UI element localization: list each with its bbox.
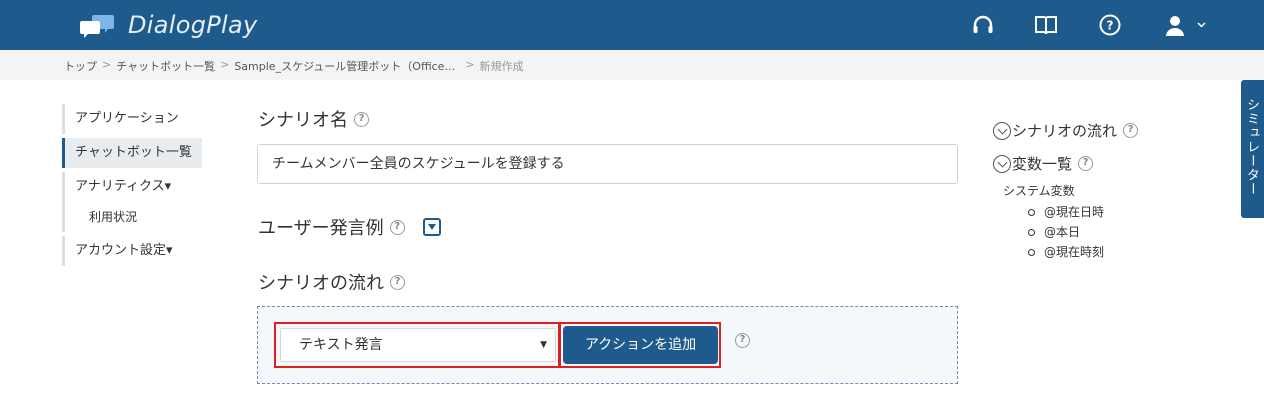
sidebar: アプリケーション チャットボット一覧 アナリティクス▾ 利用状況 アカウント設定… <box>62 104 202 266</box>
help-icon[interactable]: ? <box>389 219 405 235</box>
breadcrumb-separator: > <box>220 58 230 71</box>
breadcrumb-bar: トップ > チャットボット一覧 > Sample_スケジュール管理ボット（Off… <box>0 50 1264 80</box>
simulator-tab-label: シミュレーター <box>1244 98 1259 196</box>
help-icon[interactable]: ? <box>1123 123 1139 138</box>
list-item[interactable]: @本日 <box>1028 222 1104 242</box>
list-item[interactable]: @現在時刻 <box>1028 242 1104 262</box>
breadcrumb-separator: > <box>465 58 475 71</box>
highlight-box <box>559 322 721 368</box>
scenario-name-input[interactable]: チームメンバー全員のスケジュールを登録する <box>257 144 958 184</box>
top-navbar: DialogPlay ? <box>0 0 1264 50</box>
expand-toggle-icon[interactable] <box>422 218 441 236</box>
sidebar-item-account-settings[interactable]: アカウント設定▾ <box>62 236 202 266</box>
utterance-heading: ユーザー発言例 ? <box>258 214 441 240</box>
sidebar-item-usage[interactable]: 利用状況 <box>62 202 202 232</box>
chevron-circle-icon <box>993 154 1011 173</box>
sidebar-item-applications[interactable]: アプリケーション <box>62 104 202 134</box>
brand[interactable]: DialogPlay <box>80 10 258 40</box>
highlight-box <box>274 322 560 368</box>
utterance-label: ユーザー発言例 <box>258 218 384 239</box>
list-item[interactable]: @現在日時 <box>1028 202 1104 222</box>
book-icon[interactable] <box>1033 11 1059 39</box>
sidebar-item-chatbot-list[interactable]: チャットボット一覧 <box>62 138 202 168</box>
svg-text:?: ? <box>1107 19 1114 33</box>
headset-icon[interactable] <box>970 11 996 39</box>
flow-link-label: シナリオの流れ <box>1012 122 1118 140</box>
sidebar-item-analytics[interactable]: アナリティクス▾ <box>62 172 202 202</box>
breadcrumb-bot[interactable]: Sample_スケジュール管理ボット（Office… <box>234 58 455 74</box>
user-icon[interactable] <box>1162 11 1188 39</box>
dialogplay-logo-icon <box>80 11 116 39</box>
flow-heading: シナリオの流れ ? <box>258 269 405 295</box>
chevron-down-icon[interactable] <box>1195 11 1207 39</box>
chevron-circle-icon <box>993 121 1011 140</box>
flow-label: シナリオの流れ <box>258 273 384 294</box>
simulator-tab[interactable]: シミュレーター <box>1241 80 1264 218</box>
flow-link[interactable]: シナリオの流れ ? <box>993 120 1139 141</box>
breadcrumb-chatbot-list[interactable]: チャットボット一覧 <box>116 58 215 74</box>
help-icon[interactable]: ? <box>1097 11 1123 39</box>
variables-link-label: 変数一覧 <box>1012 155 1073 173</box>
variables-link[interactable]: 変数一覧 ? <box>993 153 1094 174</box>
scenario-name-heading: シナリオ名 ? <box>258 106 369 132</box>
help-icon[interactable]: ? <box>735 333 750 348</box>
help-icon[interactable]: ? <box>1078 156 1094 171</box>
breadcrumb-top[interactable]: トップ <box>64 58 97 74</box>
help-icon[interactable]: ? <box>354 111 369 127</box>
breadcrumb-current: 新規作成 <box>479 60 524 73</box>
system-variables-list: @現在日時 @本日 @現在時刻 <box>1028 202 1104 262</box>
help-icon[interactable]: ? <box>390 274 405 290</box>
scenario-name-label: シナリオ名 <box>258 110 348 131</box>
breadcrumb-separator: > <box>102 58 112 71</box>
app-name: DialogPlay <box>128 11 258 39</box>
system-variables-label: システム変数 <box>1003 184 1075 198</box>
breadcrumb: トップ > チャットボット一覧 > Sample_スケジュール管理ボット（Off… <box>64 58 524 74</box>
